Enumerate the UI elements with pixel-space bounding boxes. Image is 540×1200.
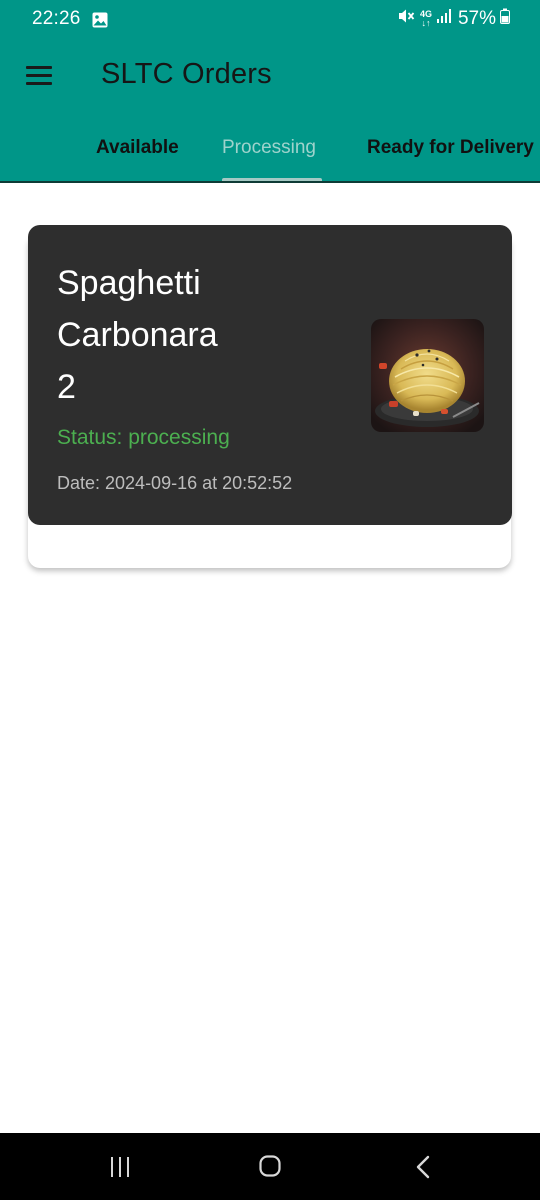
- hamburger-menu-icon[interactable]: [26, 66, 52, 86]
- order-card[interactable]: Spaghetti Carbonara 2 Status: processing…: [28, 225, 512, 525]
- tab-available[interactable]: Available: [96, 137, 179, 159]
- battery-level: 57%: [457, 8, 496, 29]
- order-item-name: Spaghetti Carbonara: [57, 264, 218, 354]
- spaghetti-image: [371, 319, 484, 432]
- network-type: 4G ↓↑: [420, 10, 432, 28]
- order-date: Date: 2024-09-16 at 20:52:52: [57, 473, 293, 493]
- status-time: 22:26: [32, 8, 81, 29]
- gallery-icon: [92, 12, 108, 33]
- app-bar-divider: [0, 181, 540, 183]
- network-arrows: ↓↑: [421, 18, 431, 28]
- battery-icon: [500, 8, 510, 30]
- home-icon[interactable]: [259, 1155, 281, 1177]
- signal-icon: [436, 8, 454, 30]
- order-quantity: 2: [57, 368, 76, 406]
- system-nav-bar: [0, 1133, 540, 1200]
- back-icon[interactable]: [414, 1155, 432, 1179]
- tab-processing[interactable]: Processing: [222, 137, 316, 159]
- page-title: SLTC Orders: [101, 58, 272, 90]
- status-icons: 4G ↓↑ 57%: [398, 8, 510, 30]
- app-bar: 22:26 4G ↓↑ 57% SLTC Orders Available Pr…: [0, 0, 540, 182]
- order-status: Status: processing: [57, 426, 230, 449]
- mute-icon: [398, 8, 416, 30]
- recents-icon[interactable]: [109, 1157, 131, 1177]
- tab-ready-for-delivery[interactable]: Ready for Delivery: [367, 137, 534, 159]
